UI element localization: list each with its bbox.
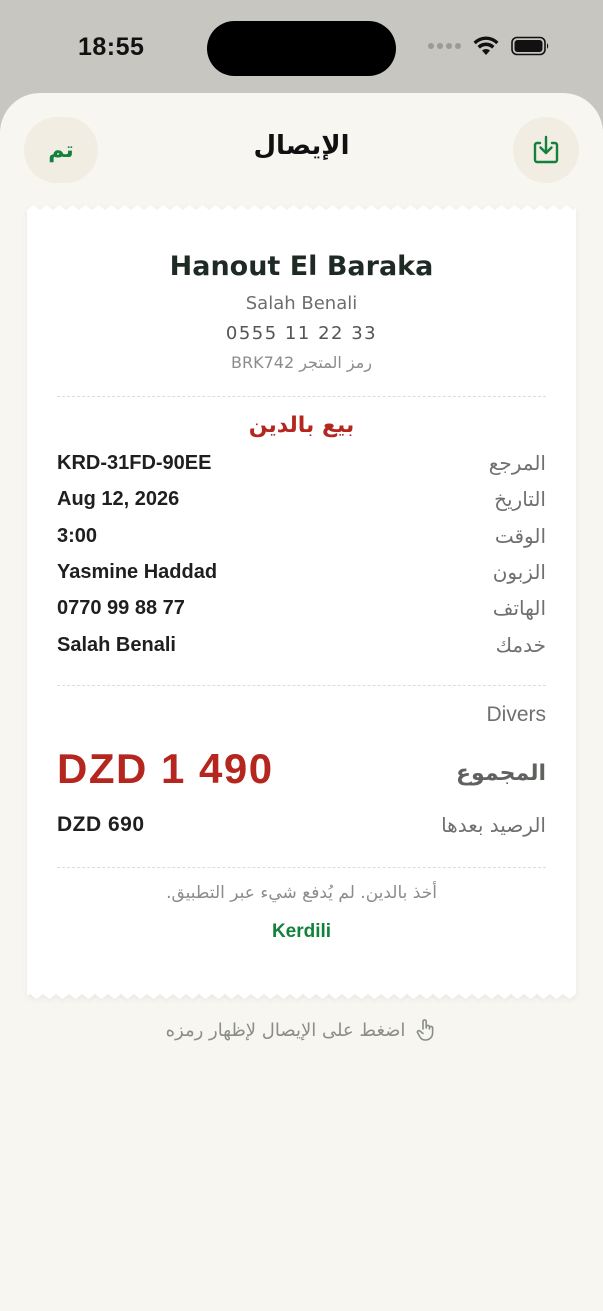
detail-row-date: Aug 12, 2026 التاريخ: [57, 485, 546, 513]
shop-owner: Salah Benali: [245, 293, 358, 314]
customer-phone-value: 0770 99 88 77: [57, 596, 185, 619]
balance-label: الرصيد بعدها: [441, 813, 546, 837]
total-label: المجموع: [456, 761, 546, 786]
tap-hint-text: اضغط على الإيصال لإظهار رمزه: [165, 1019, 406, 1041]
brand-name: Kerdili: [271, 921, 332, 942]
cellular-signal-icon: [428, 43, 461, 49]
divider: [57, 867, 546, 868]
served-by-value: Salah Benali: [57, 633, 176, 656]
download-icon: [533, 135, 559, 164]
customer-label: الزبون: [492, 560, 546, 584]
shop-name: Hanout El Baraka: [169, 251, 434, 282]
detail-row-customer: Yasmine Haddad الزبون: [57, 558, 546, 586]
time-value: 3:00: [57, 524, 98, 547]
served-by-label: خدمك: [495, 633, 546, 657]
wifi-icon: [473, 36, 499, 55]
battery-icon: [511, 36, 549, 56]
status-bar: 18:55: [0, 0, 603, 95]
store-code-line: رمز المتجر BRK742: [27, 353, 576, 372]
status-icons: [428, 36, 551, 56]
store-code: BRK742: [231, 353, 295, 372]
tap-hand-icon: [417, 1019, 434, 1041]
customer-value: Yasmine Haddad: [57, 560, 218, 583]
reference-label: المرجع: [488, 451, 546, 475]
store-code-label: رمز المتجر: [299, 353, 372, 372]
date-label: التاريخ: [494, 487, 546, 511]
time-label: الوقت: [494, 524, 546, 548]
detail-row-served-by: Salah Benali خدمك: [57, 631, 546, 659]
shop-phone: 0555 11 22 33: [225, 323, 378, 344]
receipt-sheet: تم الإيصال Hanout El Baraka Salah Benali…: [0, 93, 603, 1311]
reference-value: KRD-31FD-90EE: [57, 451, 212, 474]
sale-type-label: بيع بالدين: [248, 413, 355, 438]
download-button[interactable]: [513, 117, 579, 183]
receipt-bottom-edge: [27, 989, 576, 999]
detail-row-time: 3:00 الوقت: [57, 522, 546, 550]
detail-row-phone: 0770 99 88 77 الهاتف: [57, 594, 546, 622]
balance-amount: DZD 690: [57, 813, 145, 836]
divider: [57, 396, 546, 397]
status-time: 18:55: [78, 33, 145, 61]
item-category: Divers: [486, 703, 546, 726]
footer-note: أخذ بالدين. لم يُدفع شيء عبر التطبيق.: [166, 883, 437, 903]
divider: [57, 685, 546, 686]
dynamic-island: [207, 21, 396, 76]
detail-row-reference: KRD-31FD-90EE المرجع: [57, 449, 546, 477]
tap-hint: اضغط على الإيصال لإظهار رمزه: [0, 1018, 603, 1042]
date-value: Aug 12, 2026: [57, 487, 180, 510]
receipt-card[interactable]: Hanout El Baraka Salah Benali 0555 11 22…: [27, 205, 576, 999]
total-amount: DZD 1 490: [57, 745, 274, 792]
customer-phone-label: الهاتف: [492, 596, 546, 620]
receipt-top-edge: [27, 205, 576, 215]
